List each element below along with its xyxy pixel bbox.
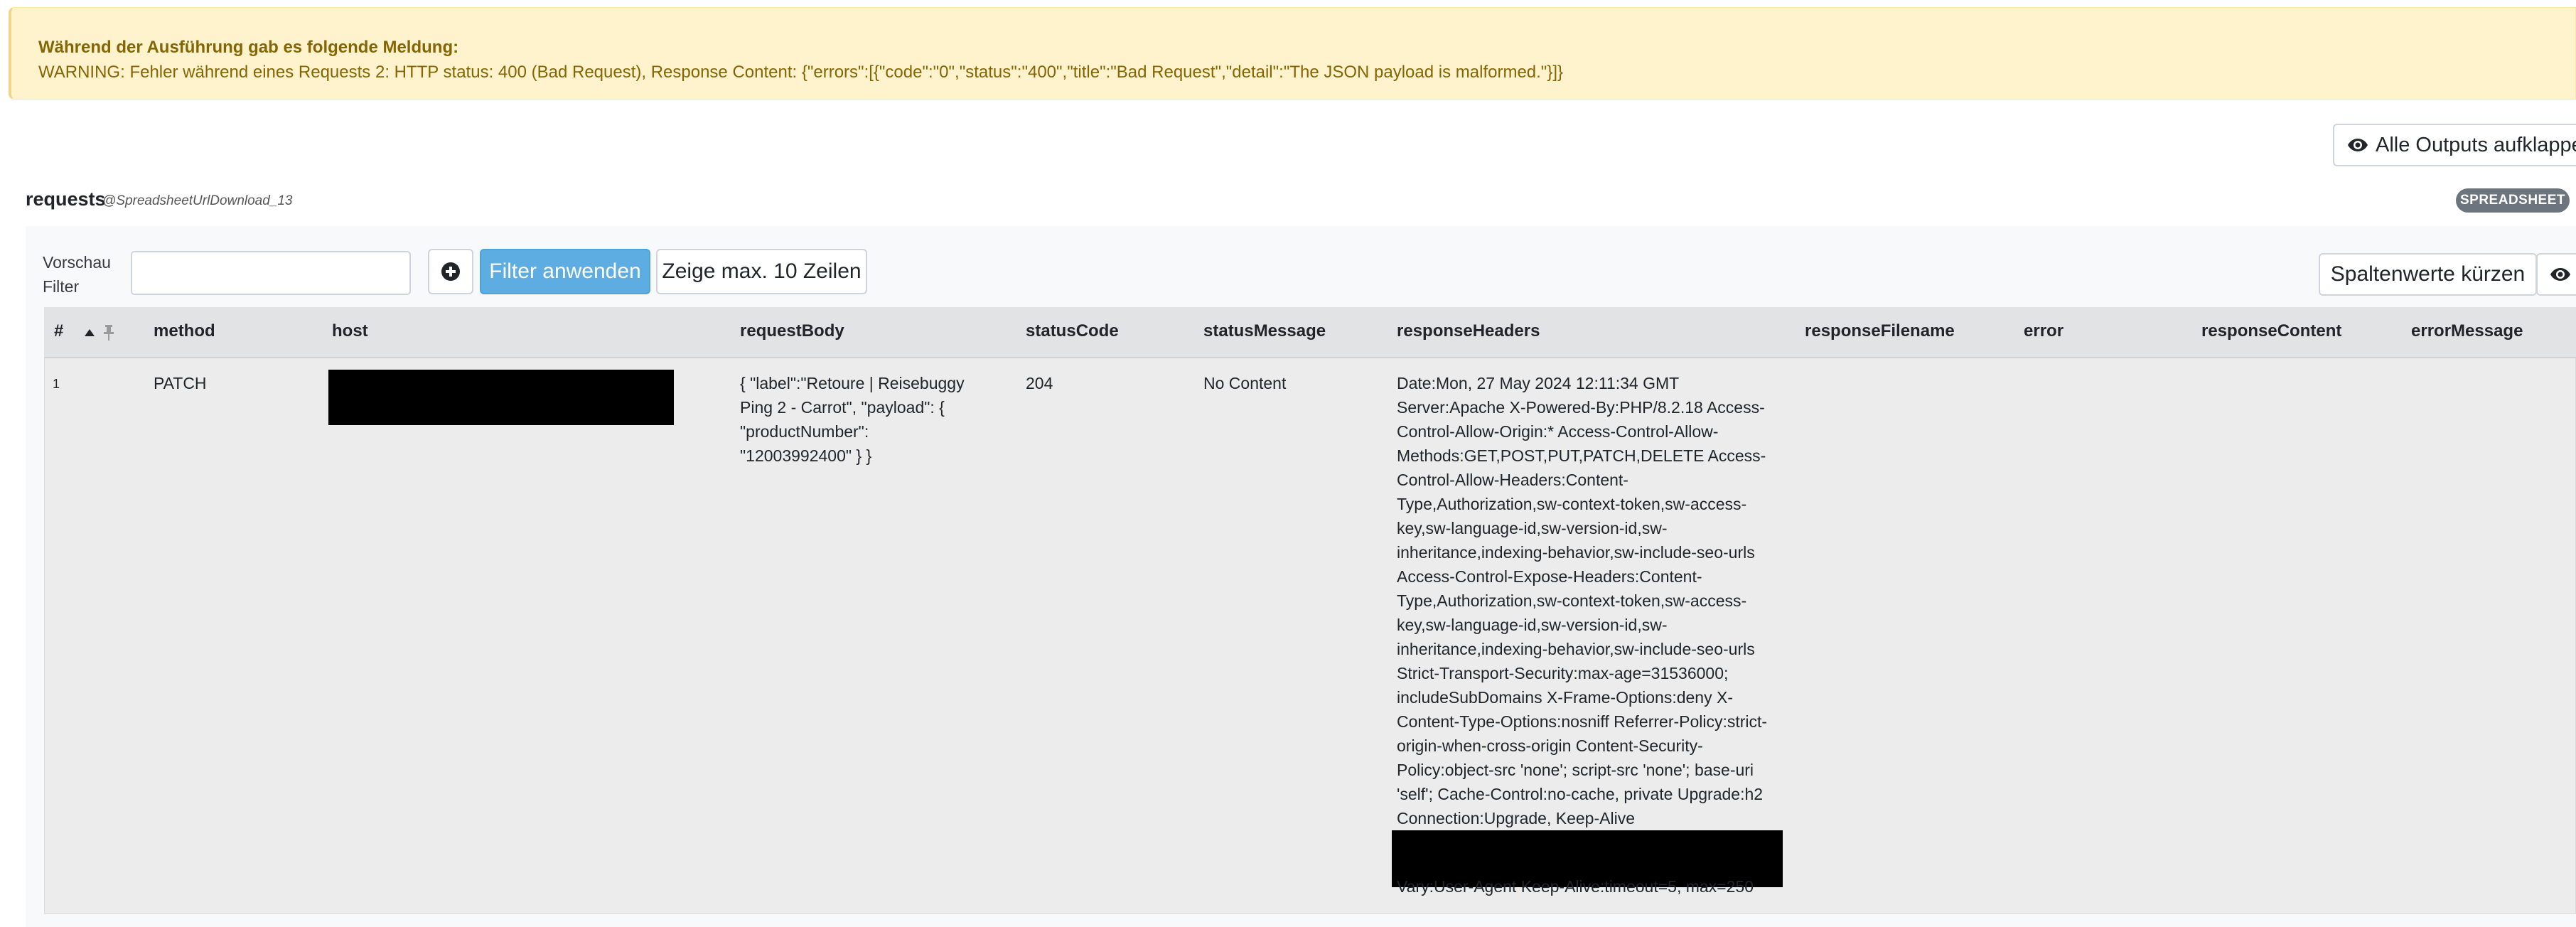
column-header-num: # xyxy=(54,321,64,341)
column-header-errormessage[interactable]: errorMessage xyxy=(2411,321,2523,341)
toggle-view-button[interactable] xyxy=(2536,253,2576,296)
filter-label: Vorschau Filter xyxy=(43,253,111,296)
add-filter-button[interactable] xyxy=(428,249,473,294)
column-header-responsefilename[interactable]: responseFilename xyxy=(1805,321,1955,341)
column-header-statusmessage[interactable]: statusMessage xyxy=(1203,321,1326,341)
warning-alert: Während der Ausführung gab es folgende M… xyxy=(9,7,2576,100)
eye-icon xyxy=(2348,139,2368,151)
cell-host-redacted xyxy=(328,370,674,425)
output-name: requests xyxy=(26,188,106,210)
sort-up-icon[interactable] xyxy=(84,328,95,337)
output-source: @SpreadsheetUrlDownload_13 xyxy=(102,193,293,208)
output-type-badge: SPREADSHEET xyxy=(2456,188,2570,213)
column-header-requestbody[interactable]: requestBody xyxy=(740,321,844,341)
column-header-host[interactable]: host xyxy=(332,321,368,341)
expand-all-outputs-button[interactable]: Alle Outputs aufklappen xyxy=(2333,124,2576,166)
plus-circle-icon xyxy=(441,262,460,281)
column-header-error[interactable]: error xyxy=(2024,321,2064,341)
row-number: 1 xyxy=(53,377,60,391)
expand-all-outputs-label: Alle Outputs aufklappen xyxy=(2376,133,2576,156)
eye-icon xyxy=(2550,268,2570,281)
warning-title: Während der Ausführung gab es folgende M… xyxy=(38,38,459,57)
filter-input[interactable] xyxy=(131,251,411,295)
pin-icon[interactable] xyxy=(102,324,115,341)
column-header-responsecontent[interactable]: responseContent xyxy=(2201,321,2341,341)
max-rows-button[interactable]: Zeige max. 10 Zeilen xyxy=(656,249,867,294)
cell-method: PATCH xyxy=(154,374,207,392)
column-header-responseheaders[interactable]: responseHeaders xyxy=(1397,321,1540,341)
apply-filter-button[interactable]: Filter anwenden xyxy=(480,249,650,294)
column-header-statuscode[interactable]: statusCode xyxy=(1026,321,1119,341)
cell-statusmessage: No Content xyxy=(1203,374,1287,392)
cell-requestbody: { "label":"Retoure | Reisebuggy Ping 2 -… xyxy=(740,374,965,465)
cell-responseheaders: Date:Mon, 27 May 2024 12:11:34 GMT Serve… xyxy=(1397,374,1768,827)
cell-responseheaders-tail-text: Vary:User-Agent Keep-Alive:timeout=5, ma… xyxy=(1397,879,1754,896)
cell-statuscode: 204 xyxy=(1026,374,1053,392)
warning-message: WARNING: Fehler während eines Requests 2… xyxy=(38,63,1564,82)
shorten-values-button[interactable]: Spaltenwerte kürzen xyxy=(2319,253,2537,296)
column-header-method[interactable]: method xyxy=(154,321,215,341)
cell-responseheaders-tail: Vary:User-Agent Keep-Alive:timeout=5, ma… xyxy=(1397,879,1785,899)
